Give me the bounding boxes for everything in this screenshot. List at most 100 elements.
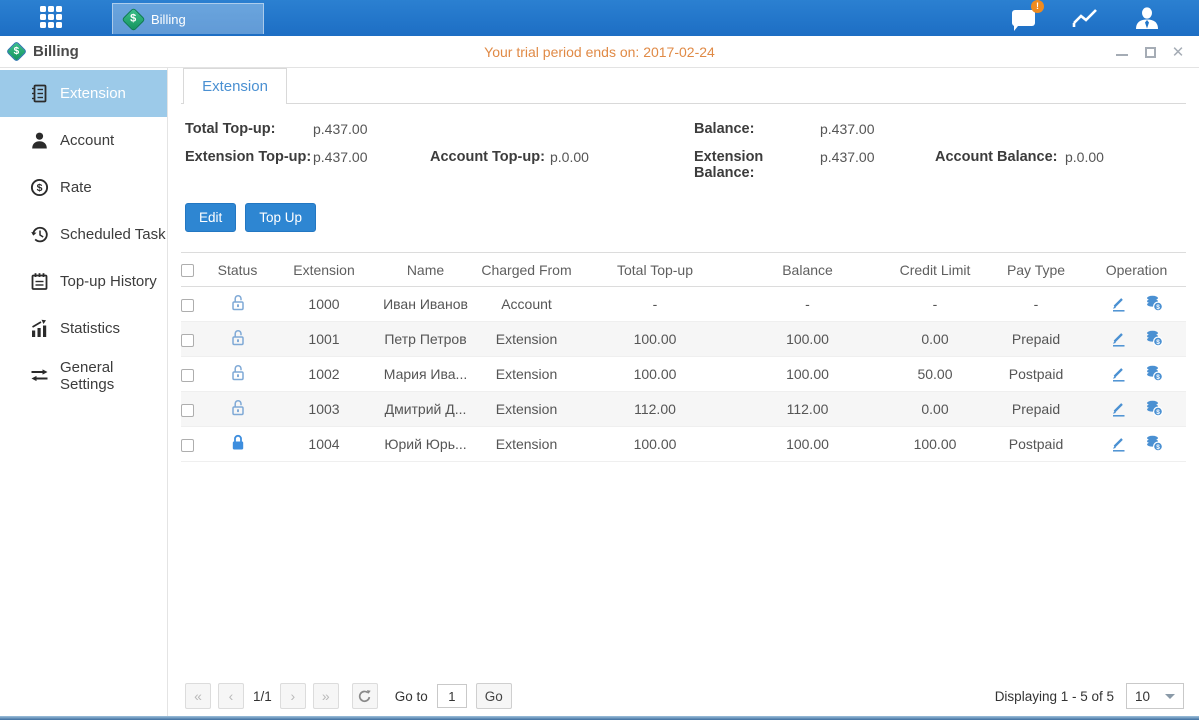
nav-tab-label: Billing: [151, 12, 186, 27]
extension-icon: [30, 84, 49, 103]
svg-text:$: $: [1157, 374, 1161, 381]
top-up-row-icon[interactable]: $: [1145, 400, 1163, 418]
total-topup-cell: 100.00: [580, 427, 730, 462]
maximize-icon[interactable]: [1143, 45, 1157, 59]
row-checkbox[interactable]: [181, 299, 194, 312]
col-pay-type: Pay Type: [985, 253, 1087, 287]
credit-limit-cell: 0.00: [885, 322, 985, 357]
balance-cell: -: [730, 287, 885, 322]
total-topup-cell: 100.00: [580, 322, 730, 357]
select-all-checkbox[interactable]: [181, 264, 194, 277]
sidebar-item-topup-history[interactable]: Top-up History: [0, 258, 167, 305]
table-row[interactable]: 1000 Иван Иванов Account - - - - $: [181, 287, 1186, 322]
topbar-icons: !: [1009, 0, 1161, 36]
pay-type-cell: Postpaid: [985, 427, 1087, 462]
balance-cell: 100.00: [730, 427, 885, 462]
line-chart-icon: [1072, 7, 1098, 29]
extension-cell: 1003: [270, 392, 378, 427]
credit-limit-cell: 0.00: [885, 392, 985, 427]
sidebar-item-rate[interactable]: $ Rate: [0, 164, 167, 211]
svg-text:$: $: [1157, 304, 1161, 311]
total-topup-cell: 100.00: [580, 357, 730, 392]
balance-value: р.437.00: [820, 121, 935, 137]
top-up-button[interactable]: Top Up: [245, 203, 316, 232]
next-page-button[interactable]: ›: [280, 683, 306, 709]
unlocked-icon: [230, 294, 246, 311]
col-status: Status: [205, 253, 270, 287]
table-row[interactable]: 1004 Юрий Юрь... Extension 100.00 100.00…: [181, 427, 1186, 462]
col-name: Name: [378, 253, 473, 287]
row-checkbox[interactable]: [181, 439, 194, 452]
page-size-select[interactable]: 10: [1126, 683, 1184, 709]
col-credit-limit: Credit Limit: [885, 253, 985, 287]
window-controls: ✕: [1115, 36, 1185, 68]
row-checkbox[interactable]: [181, 404, 194, 417]
edit-row-icon[interactable]: [1110, 295, 1128, 313]
edit-row-icon[interactable]: [1110, 435, 1128, 453]
svg-text:$: $: [1157, 409, 1161, 416]
page-size-value: 10: [1135, 689, 1150, 704]
notifications-icon[interactable]: !: [1009, 6, 1037, 30]
svg-text:$: $: [37, 182, 43, 194]
charged-from-cell: Extension: [473, 357, 580, 392]
sidebar-item-account[interactable]: Account: [0, 117, 167, 164]
status-cell: [205, 322, 270, 357]
sidebar-item-label: Top-up History: [60, 273, 157, 290]
sidebar-item-extension[interactable]: Extension: [0, 70, 167, 117]
reports-icon[interactable]: [1071, 6, 1099, 30]
top-up-row-icon[interactable]: $: [1145, 435, 1163, 453]
col-operation: Operation: [1087, 253, 1186, 287]
name-cell: Дмитрий Д...: [378, 392, 473, 427]
top-up-row-icon[interactable]: $: [1145, 330, 1163, 348]
pay-type-cell: Postpaid: [985, 357, 1087, 392]
table-row[interactable]: 1003 Дмитрий Д... Extension 112.00 112.0…: [181, 392, 1186, 427]
balance-label: Balance:: [694, 121, 820, 137]
top-up-row-icon[interactable]: $: [1145, 365, 1163, 383]
app-window: $ Billing !: [0, 0, 1199, 720]
refresh-button[interactable]: [352, 683, 378, 709]
sidebar-item-general-settings[interactable]: General Settings: [0, 352, 167, 399]
row-checkbox[interactable]: [181, 334, 194, 347]
person-icon: [1134, 6, 1160, 30]
main-content: Extension Total Top-up: р.437.00 Balance…: [168, 68, 1199, 716]
charged-from-cell: Extension: [473, 427, 580, 462]
edit-row-icon[interactable]: [1110, 330, 1128, 348]
tab-extension[interactable]: Extension: [183, 68, 287, 104]
extension-topup-value: р.437.00: [313, 149, 430, 181]
tabstrip: Extension: [181, 68, 1186, 104]
goto-page-input[interactable]: [437, 684, 467, 708]
page-indicator: 1/1: [253, 689, 272, 704]
first-page-button[interactable]: «: [185, 683, 211, 709]
edit-row-icon[interactable]: [1110, 365, 1128, 383]
row-checkbox[interactable]: [181, 369, 194, 382]
close-icon[interactable]: ✕: [1171, 45, 1185, 59]
edit-button[interactable]: Edit: [185, 203, 236, 232]
total-topup-value: р.437.00: [313, 121, 430, 137]
extension-balance-value: р.437.00: [820, 149, 935, 181]
sidebar-item-scheduled-task[interactable]: Scheduled Task: [0, 211, 167, 258]
user-icon[interactable]: [1133, 6, 1161, 30]
unlocked-icon: [230, 329, 246, 346]
table-row[interactable]: 1002 Мария Ива... Extension 100.00 100.0…: [181, 357, 1186, 392]
credit-limit-cell: 100.00: [885, 427, 985, 462]
table-row[interactable]: 1001 Петр Петров Extension 100.00 100.00…: [181, 322, 1186, 357]
prev-page-button[interactable]: ‹: [218, 683, 244, 709]
window-title: Billing: [33, 43, 79, 60]
last-page-button[interactable]: »: [313, 683, 339, 709]
pay-type-cell: Prepaid: [985, 322, 1087, 357]
balance-summary: Total Top-up: р.437.00 Balance: р.437.00…: [181, 121, 1186, 181]
edit-row-icon[interactable]: [1110, 400, 1128, 418]
sidebar-item-statistics[interactable]: Statistics: [0, 305, 167, 352]
top-up-row-icon[interactable]: $: [1145, 295, 1163, 313]
nav-tab-billing[interactable]: $ Billing: [112, 3, 264, 34]
go-button[interactable]: Go: [476, 683, 512, 709]
apps-grid-icon[interactable]: [40, 6, 64, 30]
sidebar-item-label: Account: [60, 132, 114, 149]
billing-app-icon: $: [121, 7, 145, 31]
charged-from-cell: Account: [473, 287, 580, 322]
minimize-icon[interactable]: [1115, 45, 1129, 59]
displaying-text: Displaying 1 - 5 of 5: [995, 689, 1114, 704]
titlebar: $ Billing Your trial period ends on: 201…: [0, 36, 1199, 68]
notification-badge: !: [1031, 0, 1044, 13]
general-settings-icon: [30, 366, 49, 385]
